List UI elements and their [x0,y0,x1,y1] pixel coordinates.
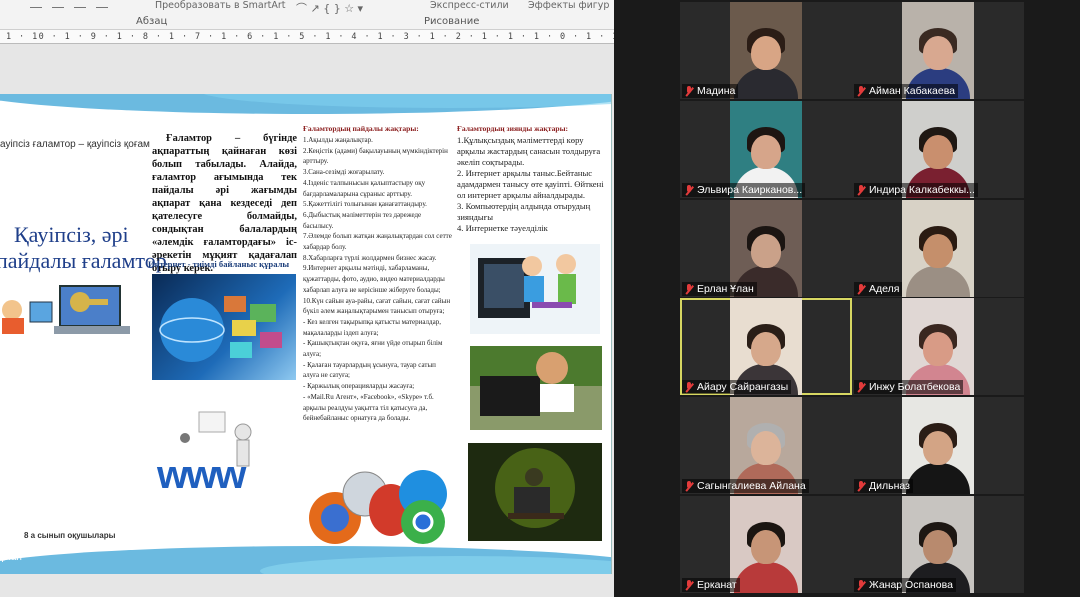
participant-nameplate: Дильназ [854,479,913,493]
participant-nameplate: Айару Сайрангазы [682,380,792,394]
participant-face [923,332,953,366]
participant-nameplate: Инжу Болатбекова [854,380,964,394]
participant-nameplate: Айман Кабакаева [854,84,959,98]
participant-tile[interactable]: Инжу Болатбекова [852,298,1024,395]
slide-title-line2: пайдалы ғаламтор [0,248,167,273]
participant-tile[interactable]: Айман Кабакаева [852,2,1024,99]
paragraph-group-label: Абзац [136,16,168,27]
participant-face [751,530,781,564]
align-right-icon[interactable] [74,0,86,8]
powerpoint-window: Преобразовать в SmartArt Абзац ⌒ ↗ { } ☆… [0,0,614,597]
harms-title: Ғаламтордың зиянды жақтары: [457,124,569,133]
benefits-title: Ғаламтордың пайдалы жақтары: [303,124,419,133]
participant-name: Айман Кабакаева [869,85,956,97]
slide-title-line1: Қауіпсіз, әрі [14,222,129,247]
muted-mic-icon [684,381,694,393]
muted-mic-icon [856,184,866,196]
align-center-icon[interactable] [52,0,64,8]
participant-tile[interactable]: Индира Калкабеккы... [852,101,1024,198]
participant-name: Сагынгалиева Айлана [697,480,806,492]
benefits-list: 1.Ақылды жаңалықтар. 2.Кеңістік (адами) … [303,136,452,423]
slide-bottom-fragment: ұлан [0,552,22,563]
participant-nameplate: Ерлан Ұлан [682,282,757,296]
muted-mic-icon [684,184,694,196]
participant-face [751,36,781,70]
participant-name: Мадина [697,85,736,97]
participant-face [923,36,953,70]
participant-name: Индира Калкабеккы... [869,184,975,196]
zoom-gallery: Мадина Айман Кабакаева Эльвира Каирканов..… [614,0,1080,597]
muted-mic-icon [856,480,866,492]
participant-face [751,332,781,366]
participant-tile[interactable]: Айару Сайрангазы [680,298,852,395]
participant-face [923,530,953,564]
participant-name: Айару Сайрангазы [697,381,789,393]
participant-face [751,135,781,169]
shape-effects-button[interactable]: Эффекты фигур [528,0,609,11]
participant-name: Дильназ [869,480,910,492]
slide-canvas[interactable]: ауіпсіз ғаламтор – қауіпсіз қоғам Қауіпс… [0,94,612,574]
participant-name: Ерлан Ұлан [697,283,754,295]
convert-smartart-button[interactable]: Преобразовать в SmartArt [155,0,285,11]
muted-mic-icon [684,480,694,492]
participant-name: Инжу Болатбекова [869,381,961,393]
participant-nameplate: Мадина [682,84,739,98]
participant-tile[interactable]: Эльвира Каирканов... [680,101,852,198]
participant-name: Эльвира Каирканов... [697,184,803,196]
ribbon: Преобразовать в SmartArt Абзац ⌒ ↗ { } ☆… [0,0,614,30]
intro-paragraph: Ғаламтор – бүгінде ақпараттың қайнаған к… [152,133,297,274]
slide-class-label: 8 а сынып оқушылары [24,531,116,540]
participant-nameplate: Индира Калкабеккы... [854,183,978,197]
muted-mic-icon [684,283,694,295]
participant-face [923,234,953,268]
muted-mic-icon [684,579,694,591]
muted-mic-icon [856,85,866,97]
svg-text:www: www [156,453,247,497]
drawing-group-label: Рисование [424,16,480,27]
participant-face [751,234,781,268]
www-figure-image: www [155,402,295,512]
children-computer-image [470,244,600,334]
participant-tile[interactable]: Ерканат [680,496,852,593]
muted-mic-icon [856,381,866,393]
participant-face [751,431,781,465]
muted-mic-icon [856,579,866,591]
participant-face [923,431,953,465]
muted-mic-icon [684,85,694,97]
participant-nameplate: Аделя [854,282,903,296]
participant-tile[interactable]: Дильназ [852,397,1024,494]
participant-face [923,135,953,169]
dark-addiction-image [468,443,602,541]
align-left-icon[interactable] [30,0,42,8]
muted-mic-icon [856,283,866,295]
horizontal-ruler[interactable]: 1 · 10 · 1 · 9 · 1 · 8 · 1 · 7 · 1 · 6 ·… [0,30,614,44]
laptop-security-image [0,280,142,342]
participant-tile[interactable]: Аделя [852,200,1024,297]
participant-name: Аделя [869,283,900,295]
shapes-gallery[interactable]: ⌒ ↗ { } ☆ ▾ [296,0,363,16]
participant-nameplate: Эльвира Каирканов... [682,183,806,197]
boy-laptop-image [470,346,602,430]
participant-tile[interactable]: Мадина [680,2,852,99]
harms-list: 1.Құлықсыздық мәліметтерді көру арқылы ж… [457,135,604,233]
justify-icon[interactable] [96,0,108,8]
participant-tile[interactable]: Сагынгалиева Айлана [680,397,852,494]
quick-styles-button[interactable]: Экспресс-стили [430,0,509,11]
participant-nameplate: Ерканат [682,578,740,592]
participant-name: Ерканат [697,579,737,591]
slide-slogan: ауіпсіз ғаламтор – қауіпсіз қоғам [0,139,150,150]
participant-name: Жанар Оспанова [869,579,953,591]
internet-globe-image [152,274,296,380]
browser-logos-image [305,462,455,548]
participant-tile[interactable]: Жанар Оспанова [852,496,1024,593]
participant-tile[interactable]: Ерлан Ұлан [680,200,852,297]
participant-nameplate: Сагынгалиева Айлана [682,479,809,493]
internet-caption: Интернет - тиімді байланыс құралы [148,259,290,269]
participant-nameplate: Жанар Оспанова [854,578,956,592]
